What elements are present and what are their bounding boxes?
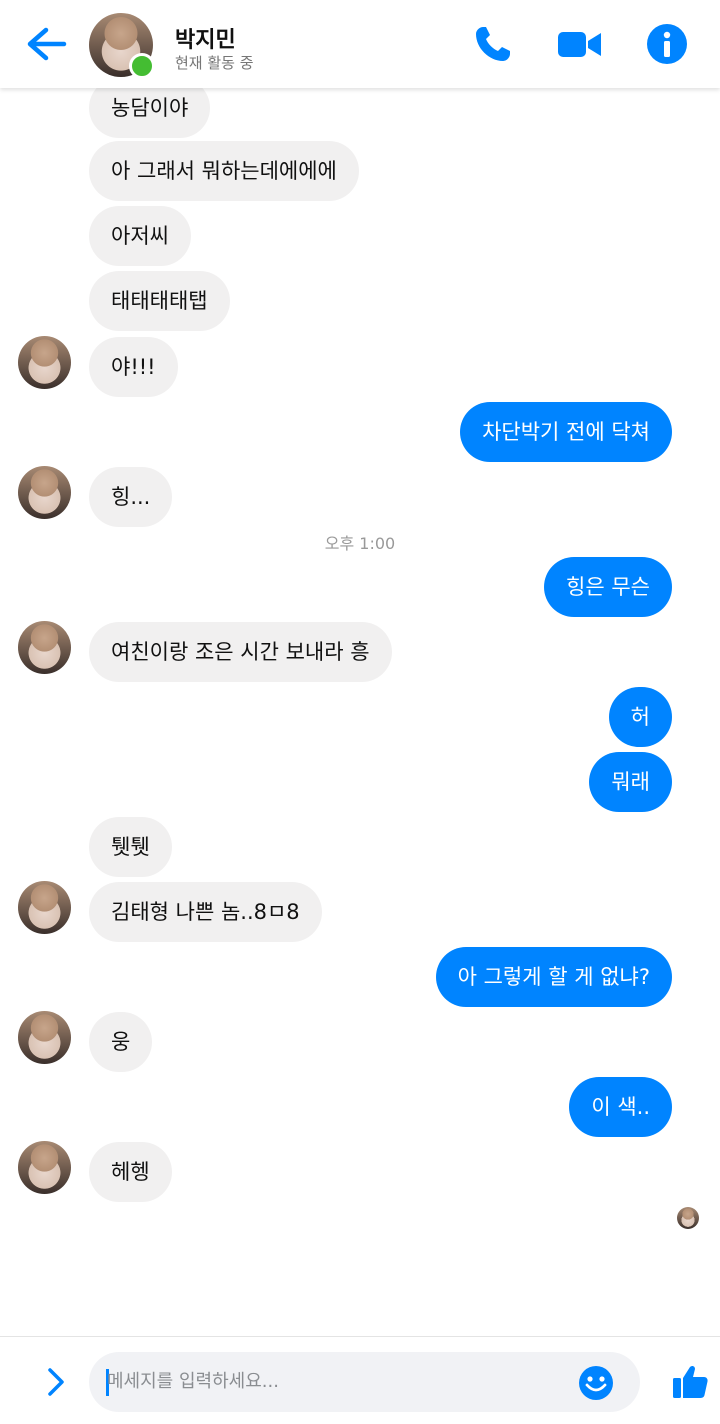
message-bubble-outgoing[interactable]: 차단박기 전에 닥쳐 (460, 402, 672, 462)
message-bubble-incoming[interactable]: 여친이랑 조은 시간 보내라 흥 (89, 622, 392, 682)
sender-avatar[interactable] (18, 1011, 71, 1064)
message-composer: 메세지를 입력하세요... (0, 1336, 720, 1424)
chat-header: 박지민 현재 활동 중 (0, 0, 720, 88)
info-icon[interactable] (645, 22, 689, 66)
seen-indicator-avatar (677, 1207, 699, 1229)
video-camera-icon[interactable] (557, 22, 601, 66)
sender-avatar[interactable] (18, 336, 71, 389)
message-bubble-outgoing[interactable]: 힝은 무슨 (544, 557, 672, 617)
sender-avatar[interactable] (18, 1141, 71, 1194)
message-bubble-incoming[interactable]: 헤헹 (89, 1142, 172, 1202)
message-bubble-incoming[interactable]: 힝... (89, 467, 173, 527)
message-bubble-incoming[interactable]: 아저씨 (89, 206, 191, 266)
message-timestamp: 오후 1:00 (324, 534, 396, 553)
sender-avatar[interactable] (18, 881, 71, 934)
message-bubble-incoming[interactable]: 퉷퉷 (89, 817, 172, 877)
message-bubble-outgoing[interactable]: 아 그렇게 할 게 없냐? (435, 947, 672, 1007)
contact-name[interactable]: 박지민 (175, 22, 236, 54)
sender-avatar[interactable] (18, 466, 71, 519)
online-status-dot (129, 53, 155, 79)
message-bubble-incoming[interactable]: 김태형 나쁜 놈..8ㅁ8 (89, 882, 322, 942)
message-input[interactable]: 메세지를 입력하세요... (89, 1352, 640, 1412)
message-bubble-incoming[interactable]: 웅 (89, 1012, 153, 1072)
message-bubble-outgoing[interactable]: 허 (608, 687, 672, 747)
thumbs-up-icon[interactable] (670, 1362, 710, 1402)
message-bubble-incoming[interactable]: 야!!! (89, 337, 178, 397)
message-input-placeholder: 메세지를 입력하세요... (107, 1371, 279, 1392)
message-bubble-incoming[interactable]: 태태태태탭 (89, 271, 230, 331)
contact-activity-status: 현재 활동 중 (175, 54, 254, 72)
sender-avatar[interactable] (18, 621, 71, 674)
message-bubble-incoming[interactable]: 아 그래서 뭐하는데에에에 (89, 141, 359, 201)
message-bubble-outgoing[interactable]: 이 색.. (569, 1077, 672, 1137)
chevron-right-icon[interactable] (36, 1362, 76, 1402)
smiley-icon[interactable] (578, 1365, 614, 1401)
phone-icon[interactable] (471, 22, 515, 66)
message-bubble-outgoing[interactable]: 뭐래 (589, 752, 672, 812)
back-arrow-icon[interactable] (20, 22, 68, 66)
